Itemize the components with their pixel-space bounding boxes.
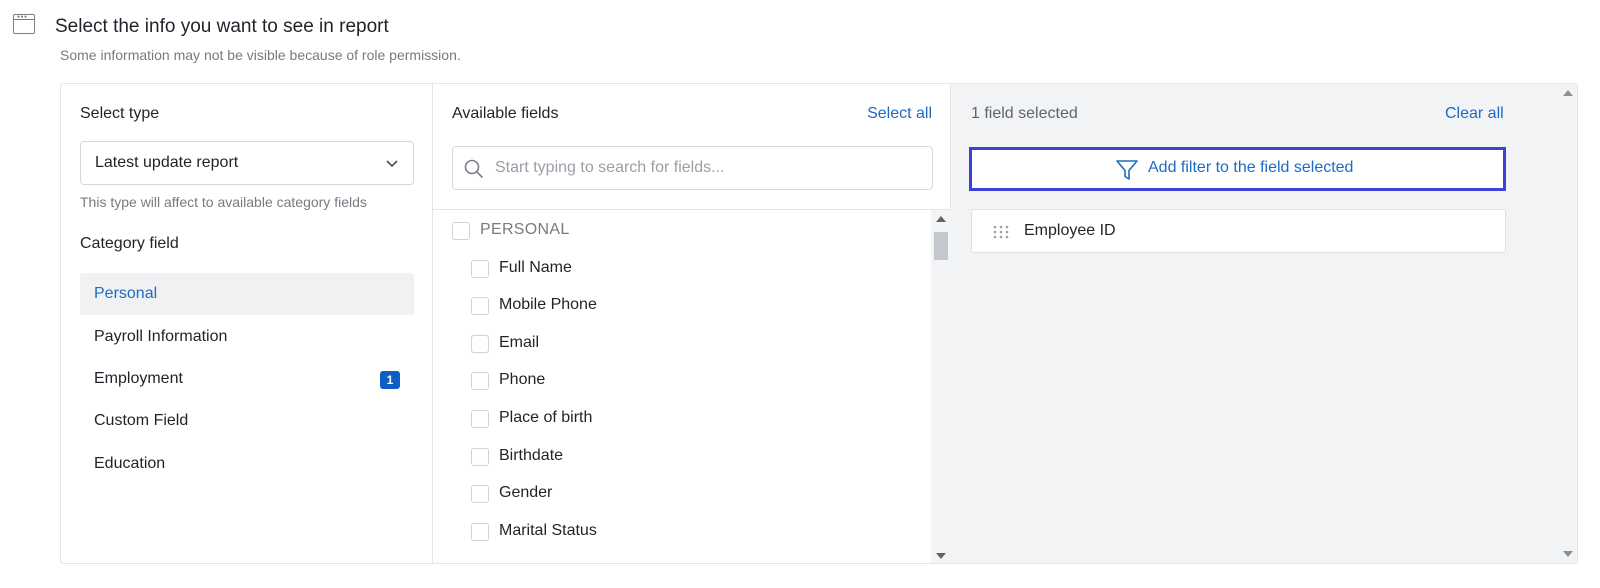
count-badge: 1 (380, 371, 400, 389)
category-field-label: Category field (80, 235, 179, 252)
field-row[interactable]: Mobile Phone (433, 287, 923, 324)
chevron-down-icon (386, 160, 398, 168)
field-row[interactable]: Full Name (433, 250, 923, 287)
scroll-thumb[interactable] (934, 232, 948, 260)
category-item-custom-field[interactable]: Custom Field (80, 400, 414, 442)
field-row[interactable]: Marital Status (433, 513, 923, 550)
report-type-select[interactable]: Latest update report (80, 141, 414, 185)
selected-fields-column: 1 field selected Clear all Add filter to… (951, 84, 1577, 563)
filter-icon (1116, 160, 1138, 180)
select-all-link[interactable]: Select all (867, 105, 932, 123)
report-type-value: Latest update report (95, 154, 239, 171)
field-checkbox[interactable] (471, 335, 489, 353)
category-item-label: Custom Field (94, 412, 189, 429)
drag-handle-icon[interactable] (992, 224, 1010, 240)
report-window-icon: ●●● (13, 14, 35, 34)
category-item-label: Education (94, 455, 166, 472)
field-checkbox[interactable] (471, 523, 489, 541)
field-label: Birthdate (499, 447, 564, 464)
type-category-column: Select type Latest update report This ty… (61, 84, 433, 563)
category-item-education[interactable]: Education (80, 443, 414, 485)
group-checkbox[interactable] (452, 222, 470, 240)
category-item-personal[interactable]: Personal (80, 273, 414, 315)
field-label: Mobile Phone (499, 296, 597, 313)
category-item-label: Employment (94, 370, 183, 387)
available-fields-column: Available fields Select all PERSONAL Ful… (433, 84, 951, 563)
field-row[interactable]: Phone (433, 362, 923, 399)
select-type-label: Select type (80, 105, 160, 122)
field-row[interactable]: Email (433, 325, 923, 362)
field-row[interactable]: Place of birth (433, 400, 923, 437)
field-row[interactable]: Gender (433, 475, 923, 512)
field-list-scrollbar[interactable] (931, 210, 951, 563)
selected-field-label: Employee ID (1024, 222, 1116, 239)
type-hint: This type will affect to available categ… (80, 194, 367, 210)
field-checkbox[interactable] (471, 448, 489, 466)
field-list: PERSONAL Full Name Mobile Phone Email Ph… (433, 209, 951, 563)
scroll-down-arrow-icon[interactable] (936, 553, 946, 559)
scroll-up-arrow-icon[interactable] (1563, 90, 1573, 96)
category-item-employment[interactable]: Employment 1 (80, 358, 414, 400)
selected-list-scrollbar[interactable] (1557, 84, 1577, 563)
field-checkbox[interactable] (471, 297, 489, 315)
field-label: Marital Status (499, 522, 597, 539)
category-item-label: Personal (94, 285, 158, 302)
scroll-down-arrow-icon[interactable] (1563, 551, 1573, 557)
field-label: Place of birth (499, 409, 593, 426)
field-checkbox[interactable] (471, 260, 489, 278)
available-fields-title: Available fields (452, 105, 559, 122)
field-label: Full Name (499, 259, 572, 276)
field-row[interactable]: Birthdate (433, 438, 923, 475)
selected-count-label: 1 field selected (971, 105, 1078, 122)
clear-all-link[interactable]: Clear all (1445, 105, 1504, 123)
field-search-box (452, 146, 933, 190)
field-group-label: PERSONAL (480, 221, 570, 238)
field-label: Gender (499, 484, 553, 501)
field-search-input[interactable] (495, 157, 915, 179)
page-subtitle: Some information may not be visible beca… (60, 47, 461, 63)
field-label: Email (499, 334, 540, 351)
add-filter-button[interactable]: Add filter to the field selected (969, 147, 1506, 191)
field-checkbox[interactable] (471, 410, 489, 428)
category-item-payroll-information[interactable]: Payroll Information (80, 316, 414, 358)
report-field-picker: Select type Latest update report This ty… (60, 83, 1578, 564)
scroll-up-arrow-icon[interactable] (936, 216, 946, 222)
category-item-label: Payroll Information (94, 328, 228, 345)
add-filter-label: Add filter to the field selected (1148, 159, 1354, 176)
field-checkbox[interactable] (471, 372, 489, 390)
field-checkbox[interactable] (471, 485, 489, 503)
selected-field-item[interactable]: Employee ID (971, 209, 1506, 253)
field-label: Phone (499, 371, 546, 388)
search-icon (464, 159, 484, 179)
page-title: Select the info you want to see in repor… (55, 16, 389, 37)
